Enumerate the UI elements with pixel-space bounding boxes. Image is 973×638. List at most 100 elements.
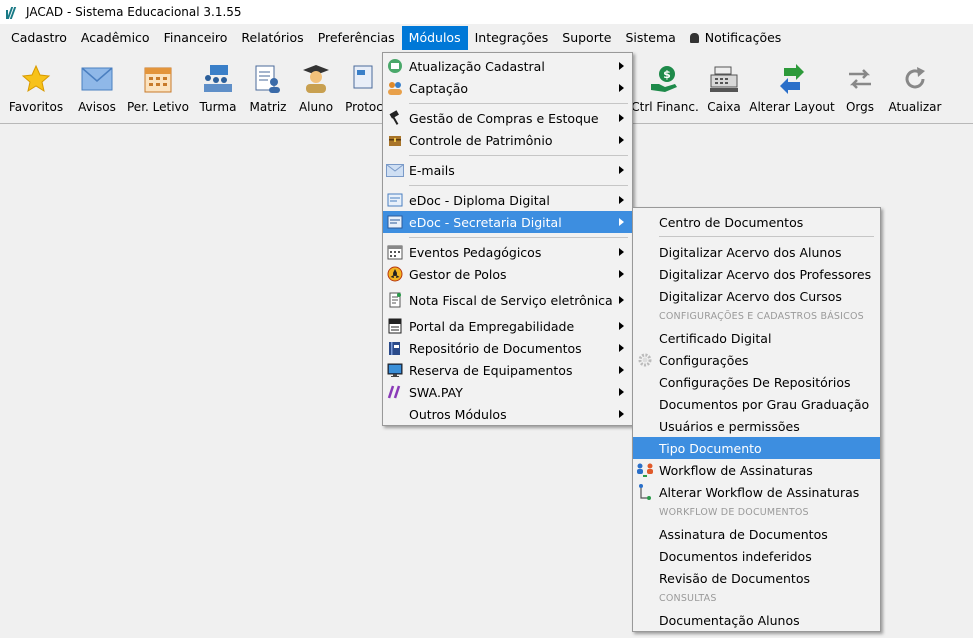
submenu-arrow-icon (619, 296, 624, 304)
menu-item-edoc-diploma[interactable]: eDoc - Diploma Digital (383, 189, 632, 211)
menu-item-reserva-equipamentos[interactable]: Reserva de Equipamentos (383, 359, 632, 381)
menu-separator (659, 236, 874, 237)
section-header-workflow: WORKFLOW DE DOCUMENTOS (659, 507, 809, 518)
exchange-icon (843, 62, 877, 96)
submenu-arrow-icon (619, 218, 624, 226)
svg-text:$: $ (663, 68, 671, 81)
diploma-icon (386, 191, 404, 209)
menu-item-controle-patrimonio[interactable]: Controle de Patrimônio (383, 129, 632, 151)
menu-item-swa-pay[interactable]: SWA.PAY (383, 381, 632, 403)
menu-suporte[interactable]: Suporte (555, 26, 618, 50)
app-logo-icon (6, 5, 20, 19)
menu-bar: Cadastro Acadêmico Financeiro Relatórios… (0, 26, 973, 50)
toolbar-favoritos-button[interactable]: Favoritos (8, 52, 64, 122)
toolbar-per-letivo-button[interactable]: Per. Letivo (127, 52, 189, 122)
envelope-icon (80, 62, 114, 96)
submenu-arrow-icon (619, 114, 624, 122)
title-bar: JACAD - Sistema Educacional 3.1.55 (0, 0, 973, 24)
people-icon (386, 79, 404, 97)
toolbar-turma-button[interactable]: Turma (196, 52, 240, 122)
submenu-item-documentos-indeferidos[interactable]: Documentos indeferidos (633, 545, 880, 567)
profile-card-icon (386, 57, 404, 75)
menu-item-portal-empregabilidade[interactable]: Portal da Empregabilidade (383, 315, 632, 337)
menu-separator (409, 155, 628, 156)
menu-item-captacao[interactable]: Captação (383, 77, 632, 99)
protocol-icon (347, 62, 381, 96)
submenu-arrow-icon (619, 366, 624, 374)
calendar-icon (141, 62, 175, 96)
star-icon (19, 62, 53, 96)
submenu-item-tipo-documento[interactable]: Tipo Documento (633, 437, 880, 459)
submenu-arrow-icon (619, 248, 624, 256)
book-icon (386, 339, 404, 357)
swa-pay-icon (386, 383, 404, 401)
section-header-consultas: CONSULTAS (659, 593, 717, 604)
workflow-users-icon (636, 461, 654, 479)
menu-item-nota-fiscal[interactable]: Nota Fiscal de Serviço eletrônica (383, 289, 632, 311)
menu-academico[interactable]: Acadêmico (74, 26, 157, 50)
submenu-item-usuarios-permissoes[interactable]: Usuários e permissões (633, 415, 880, 437)
chest-icon (386, 131, 404, 149)
submenu-item-alterar-workflow[interactable]: Alterar Workflow de Assinaturas (633, 481, 880, 503)
menu-integracoes[interactable]: Integrações (468, 26, 556, 50)
menu-item-atualizacao-cadastral[interactable]: Atualização Cadastral (383, 55, 632, 77)
submenu-arrow-icon (619, 270, 624, 278)
toolbar-ctrl-financ-button[interactable]: $ Ctrl Financ. (631, 52, 699, 122)
menu-notificacoes[interactable]: Notificações (683, 26, 789, 50)
refresh-icon (898, 62, 932, 96)
menu-item-edoc-secretaria[interactable]: eDoc - Secretaria Digital (383, 211, 632, 233)
submenu-item-documentos-grau[interactable]: Documentos por Grau Graduação (633, 393, 880, 415)
window-title: JACAD - Sistema Educacional 3.1.55 (26, 5, 242, 19)
toolbar-avisos-button[interactable]: Avisos (74, 52, 120, 122)
menu-relatorios[interactable]: Relatórios (234, 26, 310, 50)
menu-item-gestao-compras[interactable]: Gestão de Compras e Estoque (383, 107, 632, 129)
toolbar-caixa-button[interactable]: Caixa (704, 52, 744, 122)
edoc-secretaria-submenu: Centro de Documentos Digitalizar Acervo … (632, 207, 881, 632)
menu-item-repositorio-documentos[interactable]: Repositório de Documentos (383, 337, 632, 359)
submenu-item-digitalizar-professores[interactable]: Digitalizar Acervo dos Professores (633, 263, 880, 285)
submenu-item-revisao-documentos[interactable]: Revisão de Documentos (633, 567, 880, 589)
menu-item-outros-modulos[interactable]: Outros Módulos (383, 403, 632, 425)
digital-document-icon (386, 213, 404, 231)
menu-modulos[interactable]: Módulos (401, 26, 468, 50)
modules-menu: Atualização Cadastral Captação Gestão de… (382, 52, 633, 426)
submenu-item-certificado-digital[interactable]: Certificado Digital (633, 327, 880, 349)
toolbar-protocolo-button[interactable]: Protoc (344, 52, 384, 122)
toolbar-atualizar-button[interactable]: Atualizar (888, 52, 942, 122)
submenu-item-digitalizar-alunos[interactable]: Digitalizar Acervo dos Alunos (633, 241, 880, 263)
menu-separator (409, 185, 628, 186)
submenu-arrow-icon (619, 84, 624, 92)
submenu-arrow-icon (619, 388, 624, 396)
menu-sistema[interactable]: Sistema (618, 26, 682, 50)
submenu-arrow-icon (619, 136, 624, 144)
toolbar-orgs-button[interactable]: Orgs (840, 52, 880, 122)
menu-cadastro[interactable]: Cadastro (4, 26, 74, 50)
gear-icon (636, 351, 654, 369)
section-header-configuracoes: CONFIGURAÇÕES E CADASTROS BÁSICOS (659, 311, 864, 322)
submenu-item-digitalizar-cursos[interactable]: Digitalizar Acervo dos Cursos (633, 285, 880, 307)
menu-item-eventos-pedagogicos[interactable]: Eventos Pedagógicos (383, 241, 632, 263)
cv-icon (386, 317, 404, 335)
submenu-item-documentacao-alunos[interactable]: Documentação Alunos (633, 609, 880, 631)
submenu-item-assinatura-documentos[interactable]: Assinatura de Documentos (633, 523, 880, 545)
toolbar-aluno-button[interactable]: Aluno (296, 52, 336, 122)
menu-item-emails[interactable]: E-mails (383, 159, 632, 181)
submenu-arrow-icon (619, 344, 624, 352)
toolbar-matriz-button[interactable]: Matriz (248, 52, 288, 122)
submenu-item-workflow-assinaturas[interactable]: Workflow de Assinaturas (633, 459, 880, 481)
submenu-item-centro-documentos[interactable]: Centro de Documentos (633, 211, 880, 233)
menu-preferencias[interactable]: Preferências (311, 26, 402, 50)
submenu-item-configuracoes[interactable]: Configurações (633, 349, 880, 371)
menu-financeiro[interactable]: Financeiro (157, 26, 235, 50)
toolbar-alterar-layout-button[interactable]: Alterar Layout (749, 52, 835, 122)
calendar-icon (386, 243, 404, 261)
document-user-icon (251, 62, 285, 96)
monitor-icon (386, 361, 404, 379)
cash-register-icon (707, 62, 741, 96)
menu-item-gestor-polos[interactable]: Gestor de Polos (383, 263, 632, 285)
envelope-icon (386, 161, 404, 179)
swap-arrows-icon (775, 62, 809, 96)
hazard-icon (386, 265, 404, 283)
submenu-item-configuracoes-repositorios[interactable]: Configurações De Repositórios (633, 371, 880, 393)
invoice-icon (386, 291, 404, 309)
